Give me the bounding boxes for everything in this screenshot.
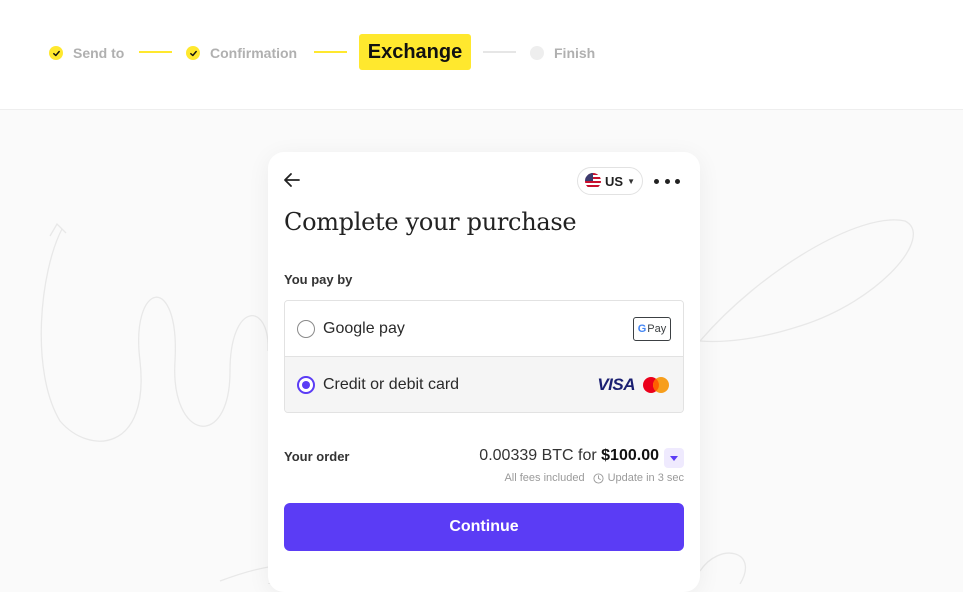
step-confirmation: Confirmation bbox=[186, 44, 297, 62]
back-arrow-icon[interactable] bbox=[282, 170, 302, 190]
mastercard-icon bbox=[643, 377, 669, 393]
payment-option-label: Google pay bbox=[323, 319, 405, 337]
locale-label: US bbox=[605, 173, 624, 189]
pending-dot-icon bbox=[530, 46, 544, 60]
step-connector bbox=[483, 51, 516, 53]
step-connector bbox=[314, 51, 347, 53]
page-title: Complete your purchase bbox=[284, 208, 577, 236]
caret-down-icon: ▼ bbox=[627, 176, 635, 186]
check-icon bbox=[186, 46, 200, 60]
payment-option-label: Credit or debit card bbox=[323, 376, 460, 393]
clock-icon bbox=[593, 472, 604, 484]
step-finish: Finish bbox=[530, 44, 595, 62]
continue-button[interactable]: Continue bbox=[284, 503, 684, 551]
radio-google-pay[interactable] bbox=[297, 319, 315, 338]
more-options-icon[interactable] bbox=[654, 179, 680, 185]
check-icon bbox=[49, 46, 63, 60]
locale-selector[interactable]: US ▼ bbox=[577, 167, 643, 195]
step-send-to: Send to bbox=[49, 44, 124, 62]
us-flag-icon bbox=[585, 173, 601, 189]
step-connector bbox=[139, 51, 172, 53]
google-pay-icon: G Pay bbox=[633, 316, 671, 341]
order-label: Your order bbox=[284, 449, 350, 464]
step-label: Send to bbox=[73, 45, 125, 61]
pay-by-label: You pay by bbox=[284, 272, 353, 287]
payment-options: Google pay G Pay Credit or debit card VIS… bbox=[284, 300, 684, 413]
caret-down-icon bbox=[670, 455, 678, 461]
radio-card[interactable] bbox=[297, 376, 315, 394]
step-label: Confirmation bbox=[210, 45, 298, 61]
fees-info: All fees included Update in 3 sec bbox=[504, 472, 684, 484]
visa-icon: VISA bbox=[597, 375, 635, 394]
step-label: Finish bbox=[554, 45, 596, 61]
purchase-card: US ▼ Complete your purchase You pay by G… bbox=[268, 152, 700, 592]
payment-option-google-pay[interactable]: Google pay G Pay bbox=[285, 301, 683, 357]
order-amount: 0.00339 BTC for $100.00 bbox=[479, 447, 659, 464]
progress-stepper: Send to Confirmation Exchange Finish bbox=[0, 0, 963, 110]
payment-option-card[interactable]: Credit or debit card VISA bbox=[285, 357, 683, 412]
order-expand-button[interactable] bbox=[664, 448, 684, 468]
step-exchange-active: Exchange bbox=[359, 34, 471, 70]
